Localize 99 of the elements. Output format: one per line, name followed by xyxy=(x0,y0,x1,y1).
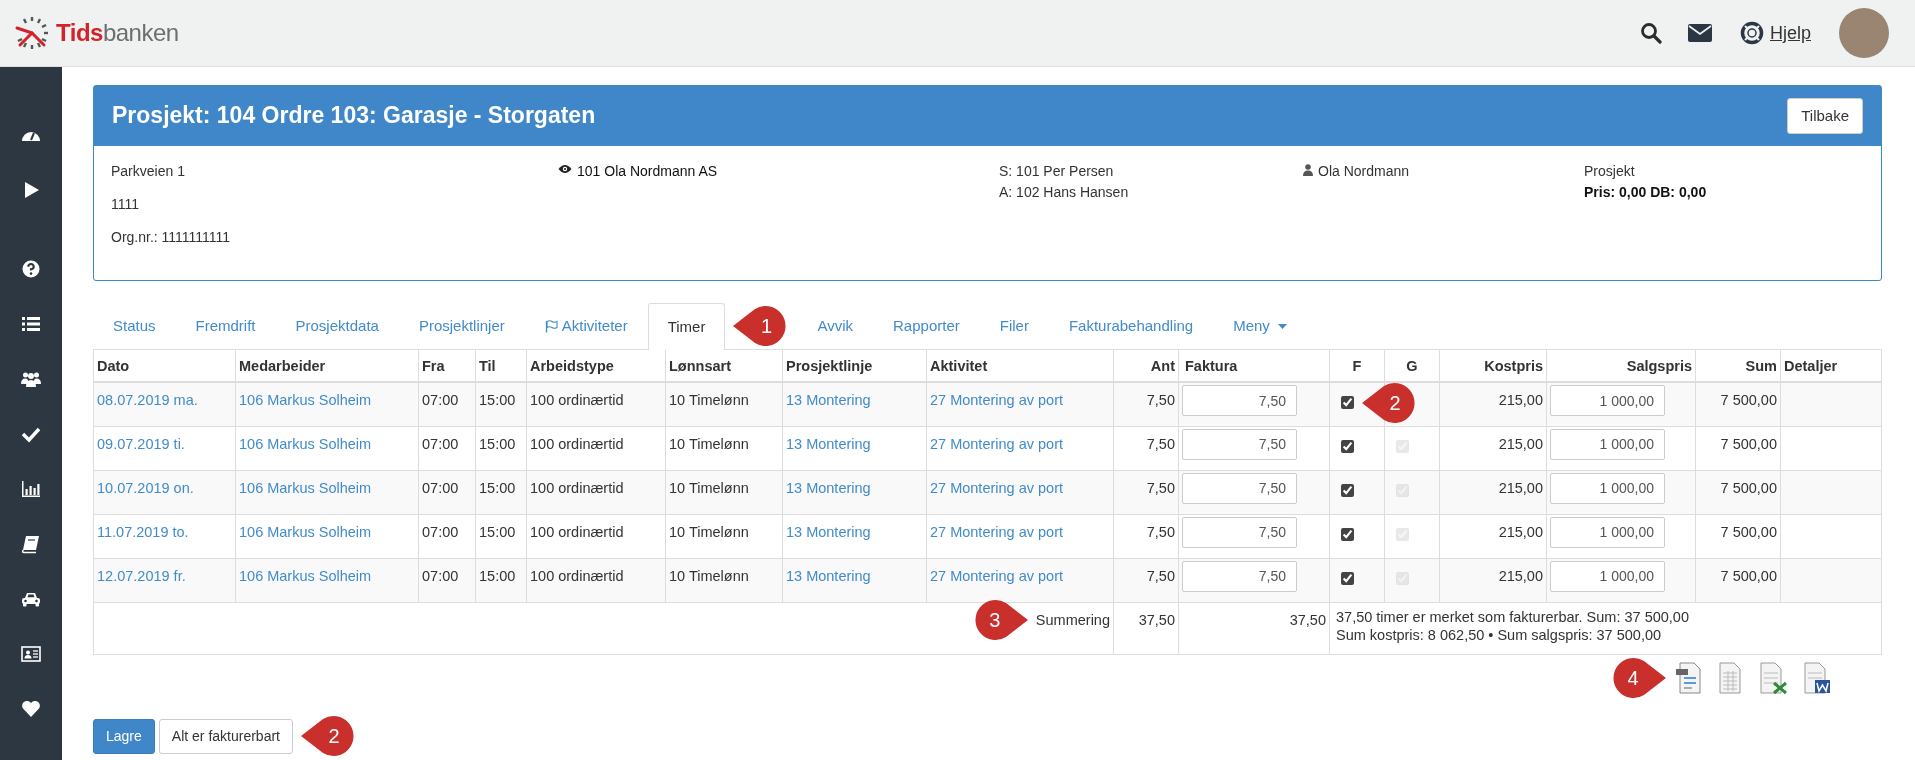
table-cell: 37,50 xyxy=(1113,602,1179,654)
summary-label: Summering xyxy=(1035,611,1110,628)
contact-name: Ola Nordmann xyxy=(1318,162,1410,181)
table-cell: 7 500,00 xyxy=(1695,426,1781,470)
tab[interactable]: Status xyxy=(93,303,176,349)
table-cell: 100 ordinærtid xyxy=(526,470,666,514)
table-cell: 7 500,00 xyxy=(1695,514,1781,558)
table-cell: 07:00 xyxy=(418,382,476,426)
table-cell: 100 ordinærtid xyxy=(526,382,666,426)
tab[interactable]: Prosjektdata xyxy=(275,303,399,349)
address-line: Org.nr.: 1111111111 xyxy=(111,228,232,247)
word-document-icon[interactable] xyxy=(1802,660,1832,695)
table-cell: 215,00 xyxy=(1439,426,1547,470)
search-icon[interactable] xyxy=(1639,22,1662,44)
spreadsheet-export-icon[interactable] xyxy=(1758,660,1788,695)
tab[interactable]: Fakturabehandling xyxy=(1048,303,1214,349)
help-icon[interactable] xyxy=(21,259,41,279)
save-button[interactable]: Lagre xyxy=(93,718,155,754)
table-cell: 7,50 xyxy=(1113,470,1179,514)
invoice-checkbox[interactable] xyxy=(1341,483,1354,497)
invoice-hours-field[interactable]: 7,50 xyxy=(1182,472,1297,504)
caret-icon xyxy=(1277,323,1287,329)
table-cell: 215,00 xyxy=(1439,382,1547,426)
table-cell: 215,00 xyxy=(1439,558,1547,602)
sales-price-field[interactable]: 1 000,00 xyxy=(1550,560,1665,592)
avatar[interactable] xyxy=(1839,8,1889,58)
mail-icon[interactable] xyxy=(1687,24,1712,42)
address-line: 1111 xyxy=(111,195,141,214)
eye-icon xyxy=(558,164,572,174)
lifebuoy-icon[interactable] xyxy=(1739,21,1764,45)
table-cell: 15:00 xyxy=(475,514,527,558)
project-price: Pris: 0,00 DB: 0,00 xyxy=(1584,183,1708,202)
back-button[interactable]: Tilbake xyxy=(1787,97,1863,135)
table-cell: 7 500,00 xyxy=(1695,558,1781,602)
tab[interactable]: Rapporter xyxy=(873,303,980,349)
tab[interactable]: Fremdrift xyxy=(175,303,276,349)
flag-icon xyxy=(544,319,558,333)
logo-icon xyxy=(14,15,50,51)
tab[interactable]: Timer xyxy=(647,303,726,350)
table-cell: 100 ordinærtid xyxy=(526,514,666,558)
invoice-checkbox[interactable] xyxy=(1341,571,1354,585)
address-line: Parkveien 1 xyxy=(111,162,186,181)
tab[interactable]: Avvik xyxy=(797,303,873,349)
help-link[interactable]: Hjelp xyxy=(1763,19,1817,47)
table-cell: 100 ordinærtid xyxy=(526,558,666,602)
sales-price-field[interactable]: 1 000,00 xyxy=(1550,472,1665,504)
tab[interactable]: Meny xyxy=(1213,303,1307,349)
table-cell: 15:00 xyxy=(475,558,527,602)
invoice-hours-field[interactable]: 7,50 xyxy=(1182,560,1297,592)
invoice-hours-field[interactable]: 7,50 xyxy=(1182,385,1297,416)
sales-price-field[interactable]: 1 000,00 xyxy=(1550,385,1665,416)
book-icon[interactable] xyxy=(21,534,41,554)
table-cell: 07:00 xyxy=(418,558,476,602)
customer-name: 101 Ola Nordmann AS xyxy=(577,162,718,181)
table-cell: 7 500,00 xyxy=(1695,382,1781,426)
document-icon[interactable] xyxy=(1674,660,1702,695)
logo-text: Tidsbanken xyxy=(56,18,179,48)
id-card-icon[interactable] xyxy=(21,644,41,664)
table-cell: 7,50 xyxy=(1113,382,1179,426)
responsible-line: S: 101 Per Persen xyxy=(999,162,1115,181)
tab[interactable]: Filer xyxy=(979,303,1049,349)
summary-note: 37,50 timer er merket som fakturerbar. Sum: 37 500,00 xyxy=(1336,607,1690,627)
table-cell: 07:00 xyxy=(418,470,476,514)
person-icon xyxy=(1303,164,1313,176)
table-cell: 37,50 xyxy=(1178,602,1330,654)
heart-icon[interactable] xyxy=(21,699,41,719)
table-cell: 215,00 xyxy=(1439,514,1547,558)
table-cell: 7 500,00 xyxy=(1695,470,1781,514)
invoice-checkbox[interactable] xyxy=(1341,527,1354,541)
tab[interactable]: Prosjektlinjer xyxy=(398,303,525,349)
tab[interactable]: Aktiviteter xyxy=(524,303,648,349)
invoice-checkbox[interactable] xyxy=(1341,439,1354,453)
table-cell: 07:00 xyxy=(418,514,476,558)
list-icon[interactable] xyxy=(21,314,41,334)
table-cell: 07:00 xyxy=(418,426,476,470)
table-cell: 100 ordinærtid xyxy=(526,426,666,470)
sales-price-field[interactable]: 1 000,00 xyxy=(1550,516,1665,548)
mark-all-billable-button[interactable]: Alt er fakturerbart xyxy=(158,718,293,754)
bar-chart-icon[interactable] xyxy=(21,479,41,499)
table-cell: 10 Timelønn xyxy=(665,382,783,426)
invoice-hours-field[interactable]: 7,50 xyxy=(1182,428,1297,460)
table-cell: 15:00 xyxy=(475,426,527,470)
table-cell: 15:00 xyxy=(475,382,527,426)
table-cell: 10 Timelønn xyxy=(665,426,783,470)
summary-note: Sum kostpris: 8 062,50 • Sum salgspris: 37 500,00 xyxy=(1336,626,1663,646)
table-cell: 15:00 xyxy=(475,470,527,514)
project-type: Prosjekt xyxy=(1584,162,1636,181)
table-cell: 7,50 xyxy=(1113,426,1179,470)
responsible-line: A: 102 Hans Hansen xyxy=(999,183,1130,202)
table-cell: 7,50 xyxy=(1113,514,1179,558)
table-cell: 7,50 xyxy=(1113,558,1179,602)
table-cell: 10 Timelønn xyxy=(665,514,783,558)
project-title: Prosjekt: 104 Ordre 103: Garasje - Storgaten xyxy=(112,102,596,130)
table-cell: 10 Timelønn xyxy=(665,558,783,602)
table-cell: 10 Timelønn xyxy=(665,470,783,514)
invoice-hours-field[interactable]: 7,50 xyxy=(1182,516,1297,548)
table-cell: 215,00 xyxy=(1439,470,1547,514)
sales-price-field[interactable]: 1 000,00 xyxy=(1550,428,1665,460)
invoice-checkbox[interactable] xyxy=(1341,396,1354,409)
